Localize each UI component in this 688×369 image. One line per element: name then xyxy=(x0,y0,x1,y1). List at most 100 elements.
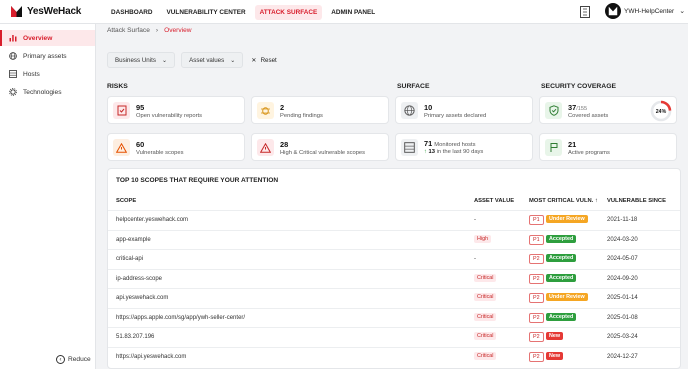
arrow-left-icon: ‹ xyxy=(56,355,65,364)
vulnerable-since-cell: 2021-11-18 xyxy=(607,217,638,223)
column-header-scope: SCOPE xyxy=(116,198,137,204)
table-row[interactable]: api.yeswehack.com Critical P2 Under Review 2… xyxy=(108,288,680,307)
coverage-value: 37 xyxy=(568,103,577,112)
globe-icon xyxy=(9,52,17,60)
scope-cell[interactable]: api.yeswehack.com xyxy=(116,295,168,301)
hosts-line: 71 Monitored hosts xyxy=(424,139,476,148)
coverage-line: 37/155 xyxy=(568,103,587,112)
scope-cell[interactable]: https://api.yeswehack.com xyxy=(116,354,186,360)
column-header-asset-value: ASSET VALUE xyxy=(474,198,515,204)
breadcrumb-parent[interactable]: Attack Surface xyxy=(107,27,150,34)
sidebar-item-overview[interactable]: Overview xyxy=(0,30,95,46)
surface-title: SURFACE xyxy=(397,83,430,90)
surface-card-primary-assets[interactable]: 10 Primary assets declared xyxy=(395,96,533,124)
scope-cell[interactable]: https://apps.apple.com/sg/app/ywh-seller… xyxy=(116,315,245,321)
nav-admin-panel[interactable]: ADMIN PANEL xyxy=(326,5,380,20)
table-title: TOP 10 SCOPES THAT REQUIRE YOUR ATTENTIO… xyxy=(116,177,279,184)
table-row[interactable]: https://apps.apple.com/sg/app/ywh-seller… xyxy=(108,307,680,327)
coverage-label: Covered assets xyxy=(568,113,609,119)
asset-value-cell: Critical xyxy=(474,312,497,321)
chevron-down-icon: ⌄ xyxy=(230,56,236,64)
coverage-card-programs[interactable]: 21 Active programs xyxy=(539,133,677,161)
select-label: Business Units xyxy=(115,56,156,64)
gear-icon xyxy=(9,88,17,96)
risk-value: 2 xyxy=(280,103,285,112)
status-badge: Accepted xyxy=(546,234,577,243)
priority-badge: P2 xyxy=(529,332,544,342)
main-nav: DASHBOARD VULNERABILITY CENTER ATTACK SU… xyxy=(106,0,380,24)
scope-cell[interactable]: 51.83.207.196 xyxy=(116,334,154,340)
scope-cell[interactable]: helpcenter.yeswehack.com xyxy=(116,217,188,223)
sidebar-item-label: Overview xyxy=(23,34,53,42)
table-row[interactable]: app-example High P1 Accepted 2024-03-20 xyxy=(108,229,680,249)
avatar xyxy=(605,3,621,19)
nav-dashboard[interactable]: DASHBOARD xyxy=(106,5,158,20)
avatar-logo-icon xyxy=(608,6,618,16)
globe-icon xyxy=(401,102,418,119)
risk-value: 60 xyxy=(136,140,145,149)
top-navbar: YesWeHack DASHBOARD VULNERABILITY CENTER… xyxy=(0,0,688,24)
table-row[interactable]: 51.83.207.196 Critical P2 New 2025-03-24 xyxy=(108,327,680,346)
asset-value-cell: - xyxy=(474,217,476,223)
nav-vulnerability-center[interactable]: VULNERABILITY CENTER xyxy=(162,5,251,20)
scope-cell[interactable]: ip-address-scope xyxy=(116,276,162,282)
account-name: YWH-HelpCenter xyxy=(624,7,675,15)
hosts-recent-value: 13 xyxy=(428,149,435,155)
chevron-right-icon: › xyxy=(155,27,159,34)
sidebar-item-label: Hosts xyxy=(23,70,40,78)
sidebar-item-primary-assets[interactable]: Primary assets xyxy=(0,48,95,64)
asset-value-cell: Critical xyxy=(474,293,497,301)
reset-button[interactable]: ✕ Reset xyxy=(251,57,276,64)
asset-value-cell: Critical xyxy=(474,332,497,340)
programs-value: 21 xyxy=(568,140,577,149)
table-row[interactable]: critical-api - P2 Accepted 2024-05-07 xyxy=(108,249,680,268)
top-scopes-table: TOP 10 SCOPES THAT REQUIRE YOUR ATTENTIO… xyxy=(107,168,681,369)
risk-card-open-reports[interactable]: 95 Open vulnerability reports xyxy=(107,96,245,124)
report-icon xyxy=(113,102,130,119)
scope-cell[interactable]: app-example xyxy=(116,237,151,243)
sidebar-item-technologies[interactable]: Technologies xyxy=(0,84,95,100)
risk-card-high-critical[interactable]: 28 High & Critical vulnerable scopes xyxy=(251,133,389,161)
vulnerable-since-cell: 2024-09-20 xyxy=(607,275,638,282)
table-row[interactable]: ip-address-scope Critical P2 Accepted 2024-0… xyxy=(108,268,680,288)
asset-value-cell: Critical xyxy=(474,273,497,282)
hosts-value: 71 xyxy=(424,139,433,148)
vulnerable-since-cell: 2024-03-20 xyxy=(607,236,638,243)
hosts-recent-label: in the last 90 days xyxy=(436,149,484,155)
account-menu[interactable]: YWH-HelpCenter ⌄ xyxy=(605,3,685,19)
sidebar-item-label: Primary assets xyxy=(23,52,67,60)
status-badge: New xyxy=(546,332,564,340)
chevron-down-icon: ⌄ xyxy=(679,8,686,15)
column-header-since: VULNERABLE SINCE xyxy=(607,198,666,204)
asset-values-select[interactable]: Asset values ⌄ xyxy=(181,52,244,68)
surface-card-hosts[interactable]: 71 Monitored hosts ↑ 13 in the last 90 d… xyxy=(395,133,533,161)
document-icon[interactable] xyxy=(580,6,590,18)
asset-value-cell: Critical xyxy=(474,351,497,360)
scope-cell[interactable]: critical-api xyxy=(116,256,143,262)
coverage-card-assets[interactable]: 37/155 Covered assets 24% xyxy=(539,96,677,124)
chevron-down-icon: ⌄ xyxy=(161,56,168,64)
table-row[interactable]: helpcenter.yeswehack.com - P1 Under Review 2… xyxy=(108,210,680,229)
status-badge: New xyxy=(546,351,564,360)
sidebar-item-label: Technologies xyxy=(23,88,62,96)
hosts-recent: ↑ 13 in the last 90 days xyxy=(424,149,483,155)
hosts-label: Monitored hosts xyxy=(434,142,476,148)
priority-badge: P2 xyxy=(529,273,544,284)
brand-logo[interactable]: YesWeHack xyxy=(10,5,81,18)
sidebar-item-hosts[interactable]: Hosts xyxy=(0,66,95,82)
vulnerable-since-cell: 2025-01-14 xyxy=(607,295,638,301)
shield-icon xyxy=(545,102,562,119)
surface-label: Primary assets declared xyxy=(424,113,487,119)
close-icon: ✕ xyxy=(251,56,257,64)
column-header-critical[interactable]: MOST CRITICAL VULN. ↑ xyxy=(529,198,598,204)
bug-icon xyxy=(257,102,274,119)
risk-card-pending-findings[interactable]: 2 Pending findings xyxy=(251,96,389,124)
risk-card-vulnerable-scopes[interactable]: 60 Vulnerable scopes xyxy=(107,133,245,161)
nav-attack-surface[interactable]: ATTACK SURFACE xyxy=(254,4,323,20)
table-row[interactable]: https://api.yeswehack.com Critical P2 New 20… xyxy=(108,346,680,366)
business-units-select[interactable]: Business Units ⌄ xyxy=(107,52,176,68)
sidebar: Overview Primary assets Hosts Technologi… xyxy=(0,24,96,369)
coverage-title: SECURITY COVERAGE xyxy=(541,83,617,90)
logo-icon xyxy=(10,5,23,18)
reduce-sidebar-button[interactable]: ‹ Reduce xyxy=(56,355,91,364)
